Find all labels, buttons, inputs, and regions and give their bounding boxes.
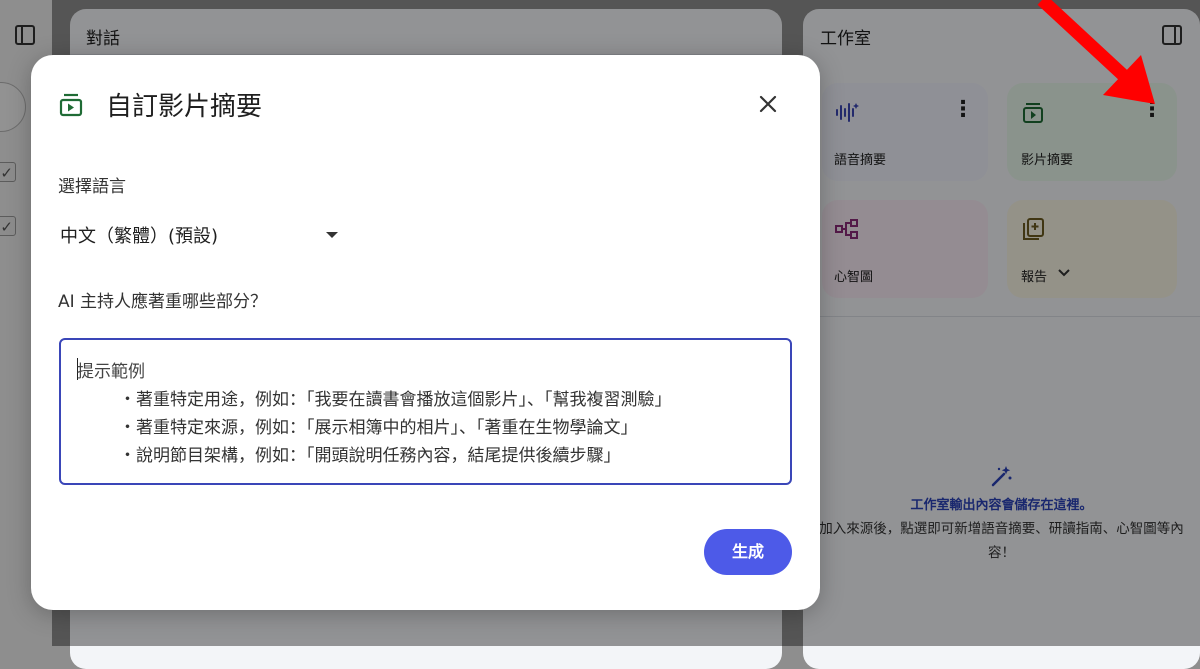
- prompt-placeholder-line: ・著重特定來源，例如：「展示相簿中的相片」、「著重在生物學論文」: [119, 418, 638, 438]
- prompt-placeholder-title: 提示範例: [77, 362, 145, 382]
- language-label: 選擇語言: [58, 177, 126, 197]
- dialog-title: 自訂影片摘要: [106, 92, 263, 122]
- generate-button[interactable]: 生成: [704, 529, 792, 575]
- red-arrow-annotation: [1037, 0, 1155, 104]
- video-summary-icon: [59, 93, 83, 117]
- prompt-placeholder-line: ・著重特定用途，例如：「我要在讀書會播放這個影片」、「幫我複習測驗」: [119, 390, 672, 410]
- custom-video-summary-dialog: [31, 55, 820, 610]
- caret-down-icon: [326, 232, 338, 238]
- language-select-value: 中文（繁體）(預設): [60, 226, 219, 247]
- focus-question-label: AI 主持人應著重哪些部分？: [58, 292, 268, 312]
- close-icon[interactable]: [756, 92, 780, 116]
- language-select[interactable]: 中文（繁體）(預設): [58, 222, 348, 250]
- prompt-placeholder-line: ・說明節目架構，例如：「開頭說明任務內容，結尾提供後續步驟」: [119, 446, 621, 466]
- prompt-textarea[interactable]: 提示範例 ・著重特定用途，例如：「我要在讀書會播放這個影片」、「幫我複習測驗」 …: [59, 338, 792, 485]
